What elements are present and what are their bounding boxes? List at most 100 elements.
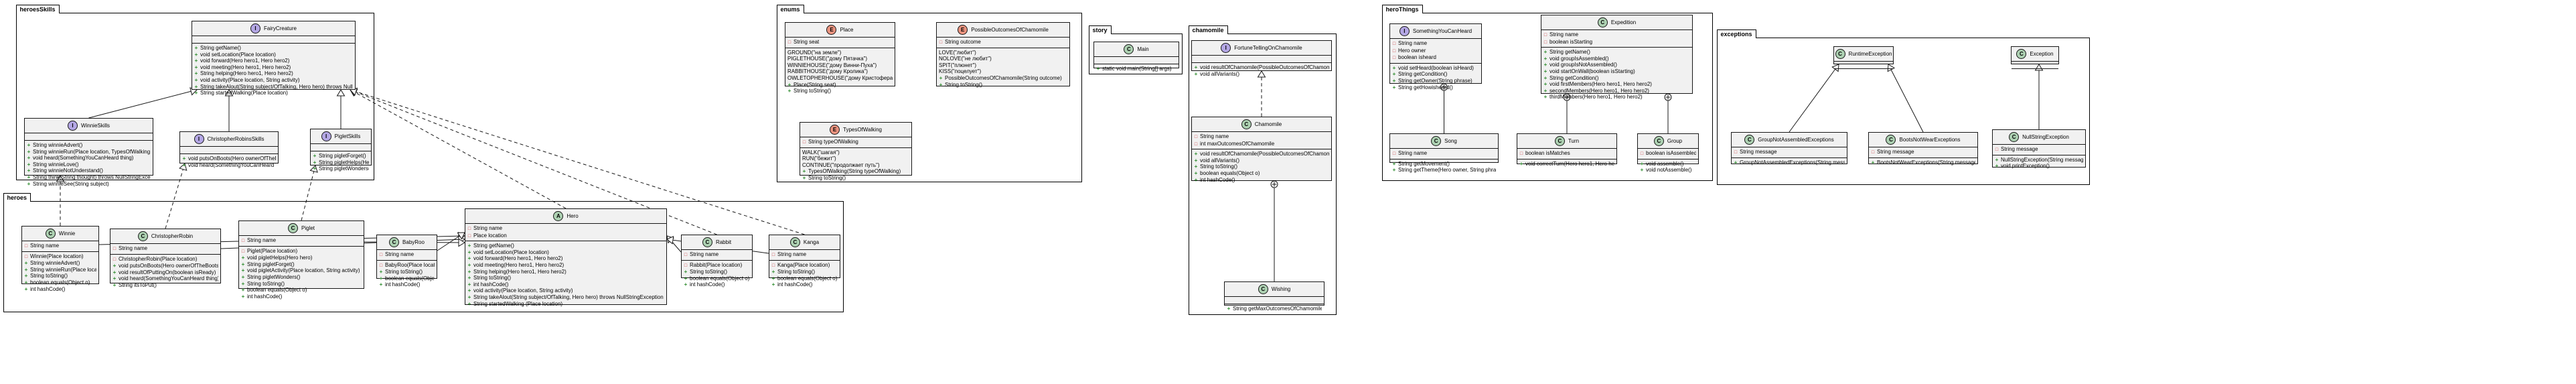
class-christopherrobinsskills[interactable]: IChristopherRobinsSkills void putsOnBoots… [179, 131, 279, 168]
class-winnie[interactable]: CWinnie String name Winnie(Place location)… [21, 226, 99, 292]
class-name: Song [1444, 137, 1457, 144]
method-line: void correctTurn(Hero hero1, Hero hero2) [1519, 161, 1614, 168]
method-line: String winnieLove() [27, 162, 151, 168]
method-compartment: ChristopherRobin(Place location)void put… [110, 255, 220, 290]
method-line: boolean equals(Object o) [24, 279, 96, 286]
interface-stereotype-icon: I [1221, 43, 1231, 53]
field-line: boolean isheard [1392, 54, 1479, 62]
method-line: void heard(SomethingYouCanHeard thing) [182, 162, 276, 169]
method-line: KISS("поцелует") [939, 68, 982, 75]
class-runtimeexception[interactable]: C RuntimeException [1833, 46, 1894, 69]
class-piglet[interactable]: CPigletString namePiglet(Place location)… [238, 220, 364, 300]
class-name: Winnie [58, 230, 76, 237]
method-line: NullStringException(String message) [1995, 157, 2083, 164]
class-chamomile[interactable]: CChamomileString nameint maxOutcomesOfCh… [1191, 117, 1332, 184]
class-hero[interactable]: AHeroString namePlace locationString get… [465, 208, 667, 307]
class-kanga[interactable]: CKangaString nameKanga(Place location)St… [769, 235, 840, 287]
method-line: String toString() [1194, 164, 1329, 170]
class-stereotype-icon: C [389, 237, 400, 247]
class-header: C RuntimeException [1834, 47, 1893, 62]
package-label: exceptions [1716, 29, 1756, 38]
class-bootsnotwearexceptions[interactable]: CBootsNotWearExceptions String message Boo… [1868, 132, 1978, 166]
method-line: String winnieRun(Place location) [24, 267, 96, 273]
method-line: void putsOnBoots(Hero ownerOfTheBoots) [182, 155, 276, 162]
class-header: I FortuneTellingOnChamomile [1192, 41, 1331, 56]
method-line: String toString() [379, 269, 435, 275]
method-line: void resultOfChamomile(PossibleOutcomesO… [1194, 151, 1329, 157]
field-line: String name [112, 245, 218, 253]
field-compartment: String message [1869, 147, 1977, 158]
field-compartment [1094, 57, 1179, 64]
enum-place[interactable]: EPlaceString seatGROUND("на земле")PIGLE… [785, 22, 895, 94]
class-stereotype-icon: C [2016, 49, 2027, 59]
method-line: int hashCode() [684, 281, 750, 288]
class-name: PossibleOutcomesOfChamomile [971, 26, 1049, 33]
class-expedition[interactable]: CExpeditionString nameboolean isStarting… [1541, 15, 1693, 100]
method-line: void startOnWall(boolean isStarting) [1543, 68, 1690, 75]
class-header: E PossibleOutcomesOfChamomile [937, 23, 1069, 38]
method-line: GroupNotAssembledExceptions(String messa… [1734, 159, 1845, 166]
field-compartment: String name [769, 250, 840, 261]
field-line: String name [379, 251, 435, 259]
class-exception[interactable]: C Exception [2011, 46, 2059, 69]
method-line: String startedWalking(Place location) [194, 90, 353, 97]
class-fairycreature[interactable]: IFairyCreature String getName()void setLo… [192, 21, 356, 96]
method-line: int hashCode() [1194, 177, 1329, 184]
field-line: String outcome [939, 39, 1067, 46]
method-compartment: String getName()void setLocation(Place l… [192, 44, 355, 98]
class-rabbit[interactable]: CRabbitString nameRabbit(Place location)… [681, 235, 753, 287]
class-header: I WinnieSkills [25, 119, 153, 133]
interface-stereotype-icon: I [250, 23, 261, 34]
method-line: Piglet(Place location) [241, 248, 362, 255]
class-stereotype-icon: C [1431, 136, 1442, 146]
field-compartment: String name [239, 236, 364, 247]
class-group[interactable]: CGroupboolean isAssembledvoid assemble()… [1637, 133, 1699, 173]
class-name: Expedition [1610, 19, 1637, 25]
method-line: String getMaxOutcomesOfChamomile() [1227, 306, 1322, 312]
method-compartment: static void main(String[] args) [1094, 64, 1179, 74]
method-line: Winnie(Place location) [24, 253, 96, 261]
class-main[interactable]: CMain static void main(String[] args) [1093, 42, 1179, 72]
field-line: String message [1734, 149, 1845, 156]
method-line: String toString() [467, 275, 664, 281]
field-line: boolean isMatches [1519, 150, 1614, 157]
enum-typesofwalking[interactable]: ETypesOfWalking String typeOfWalking WALK(… [800, 122, 912, 181]
interface-fortunetellingonchamomile[interactable]: IFortuneTellingOnChamomile void resultOfC… [1191, 40, 1332, 77]
method-line: String getCondition() [1543, 75, 1690, 82]
package-label: heroes [3, 193, 31, 202]
class-babyroo[interactable]: CBabyRooString nameBabyRoo(Place locatio… [376, 235, 437, 287]
method-line: String takeAlout(String subject/OfTalkin… [467, 294, 664, 301]
class-header: C Exception [2012, 47, 2058, 62]
method-compartment [1834, 69, 1893, 76]
method-line: BootsNotWearExceptions(String message) [1871, 159, 1975, 166]
field-compartment: String message [1732, 147, 1847, 158]
field-line: String message [1995, 146, 2083, 153]
method-line: int hashCode() [24, 286, 96, 293]
class-name: Turn [1568, 137, 1580, 144]
method-line: void activity(Place location, String act… [194, 77, 353, 84]
method-line: void setHeard(boolean isHeard) [1392, 65, 1479, 72]
method-line: PIGLETHOUSE("дому Пятачка") [787, 56, 868, 62]
method-line: WALK("шагая") [802, 149, 840, 155]
enum-possibleoutcomesofchamomile[interactable]: EPossibleOutcomesOfChamomileString outco… [936, 22, 1070, 88]
method-line: void firstMembers(Hero hero1, Hero hero2… [1543, 81, 1690, 88]
method-line: String winnieNotUnderstand() [27, 168, 151, 174]
class-nullstringexception[interactable]: CNullStringExceptionString message NullSt… [1992, 129, 2086, 169]
class-winnieskills[interactable]: IWinnieSkillsString winnieAdvert()String… [24, 118, 153, 187]
class-stereotype-icon: C [1744, 135, 1755, 145]
class-wishing[interactable]: CWishing String getMaxOutcomesOfChamomile… [1224, 281, 1324, 312]
class-header: C NullStringException [1993, 130, 2085, 145]
class-christopherrobin[interactable]: CChristopherRobinString nameChristopherR… [110, 229, 221, 288]
class-header: I SomethingYouCanHeard [1390, 24, 1481, 39]
interface-somethingyoucanheard[interactable]: ISomethingYouCanHeardString nameHero own… [1389, 23, 1482, 90]
class-song[interactable]: CSongString nameString getMovement()Stri… [1389, 133, 1499, 173]
class-header: E TypesOfWalking [800, 123, 911, 137]
field-compartment [1192, 56, 1331, 63]
method-line: void heard(SomethingYouCanHeard thing) [27, 155, 151, 162]
class-pigletskills[interactable]: IPigletSkillsString pigletForget()String… [310, 129, 372, 172]
class-turn[interactable]: CTurnboolean isMatchesvoid correctTurn(H… [1517, 133, 1617, 167]
field-line: String name [467, 225, 664, 233]
field-compartment: boolean isMatches [1517, 149, 1616, 159]
class-groupnotassembledexceptions[interactable]: CGroupNotAssembledExceptions String messa… [1731, 132, 1847, 166]
method-line: String takeAlout(String subject/OfTalkin… [194, 84, 353, 90]
